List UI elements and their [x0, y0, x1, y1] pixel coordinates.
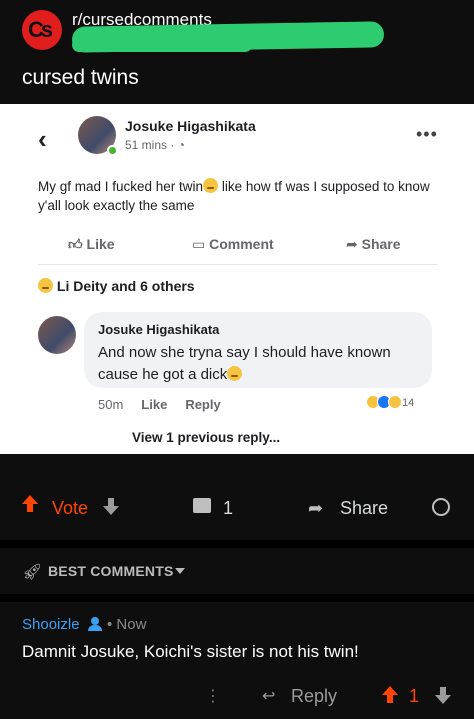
fb-comment-text: And now she tryna say I should have know… — [98, 344, 391, 383]
fb-post-text: My gf mad I fucked her twin like how tf … — [38, 178, 430, 213]
grimace-emoji-icon — [203, 178, 219, 193]
share-icon[interactable]: ➦ — [308, 498, 323, 519]
fb-comment-author: Josuke Higashikata — [98, 322, 220, 337]
more-options-icon[interactable]: ⋮ — [205, 686, 221, 706]
downvote-icon[interactable] — [103, 506, 119, 515]
grimace-emoji-icon — [38, 278, 53, 293]
vote-label[interactable]: Vote — [52, 498, 88, 519]
post-header: Cs r/cursedcomments cursed twins — [0, 0, 474, 104]
redaction-mark — [72, 38, 252, 52]
globe-icon: ◔ — [177, 138, 185, 152]
comment-username[interactable]: Shooizle — [22, 616, 80, 633]
fb-author-name: Josuke Higashikata — [125, 118, 256, 134]
comment-avatar — [38, 316, 76, 354]
grimace-emoji-icon — [227, 366, 243, 381]
subreddit-icon[interactable]: Cs — [22, 10, 62, 50]
avatar — [78, 116, 118, 156]
comment-count[interactable]: 1 — [223, 498, 233, 519]
fb-comment-reactions: 14 — [366, 395, 414, 409]
op-user-icon — [87, 617, 103, 631]
reply-button[interactable]: Reply — [291, 686, 337, 707]
fb-reactions-summary: Li Deity and 6 others — [38, 278, 195, 294]
sort-label: BEST COMMENTS — [48, 563, 174, 579]
fb-like-action: 👍︎ Like — [68, 236, 115, 252]
more-options-icon: ••• — [416, 124, 438, 144]
share-button[interactable]: Share — [340, 498, 388, 519]
comment-sort[interactable]: 🚀︎ BEST COMMENTS — [0, 548, 474, 594]
comment: Shooizle • Now Damnit Josuke, Koichi's s… — [0, 602, 474, 719]
comment-score: 1 — [409, 686, 420, 706]
comment-time: • Now — [107, 616, 147, 633]
online-dot — [107, 145, 118, 156]
fb-share-action: ➦ Share — [346, 236, 401, 252]
upvote-icon[interactable] — [22, 495, 38, 504]
fb-post-time: 51 mins · ◔ — [125, 138, 185, 152]
comment-downvote-icon[interactable] — [435, 695, 451, 704]
post-title: cursed twins — [22, 66, 139, 89]
vote-bar: Vote 1 ➦ Share — [0, 454, 474, 540]
reply-icon[interactable]: ↩ — [262, 686, 275, 706]
chevron-down-icon — [175, 568, 185, 574]
fb-action-row: 👍︎ Like ▭ Comment ➦ Share — [0, 232, 474, 262]
fb-comment-action: ▭ Comment — [192, 236, 274, 252]
divider — [38, 264, 438, 265]
comment-body: Damnit Josuke, Koichi's sister is not hi… — [22, 642, 359, 661]
fb-comment-bubble: Josuke Higashikata And now she tryna say… — [84, 312, 432, 388]
comment-upvote-icon[interactable] — [382, 686, 398, 695]
award-icon[interactable] — [432, 498, 450, 516]
rocket-icon: 🚀︎ — [22, 564, 43, 581]
fb-comment-meta: 50m Like Reply — [98, 397, 221, 412]
post-image[interactable]: ‹ Josuke Higashikata 51 mins · ◔ ••• My … — [0, 104, 474, 454]
comment-icon[interactable] — [193, 498, 211, 513]
back-arrow-icon: ‹ — [38, 124, 47, 154]
fb-view-previous: View 1 previous reply... — [132, 430, 281, 445]
